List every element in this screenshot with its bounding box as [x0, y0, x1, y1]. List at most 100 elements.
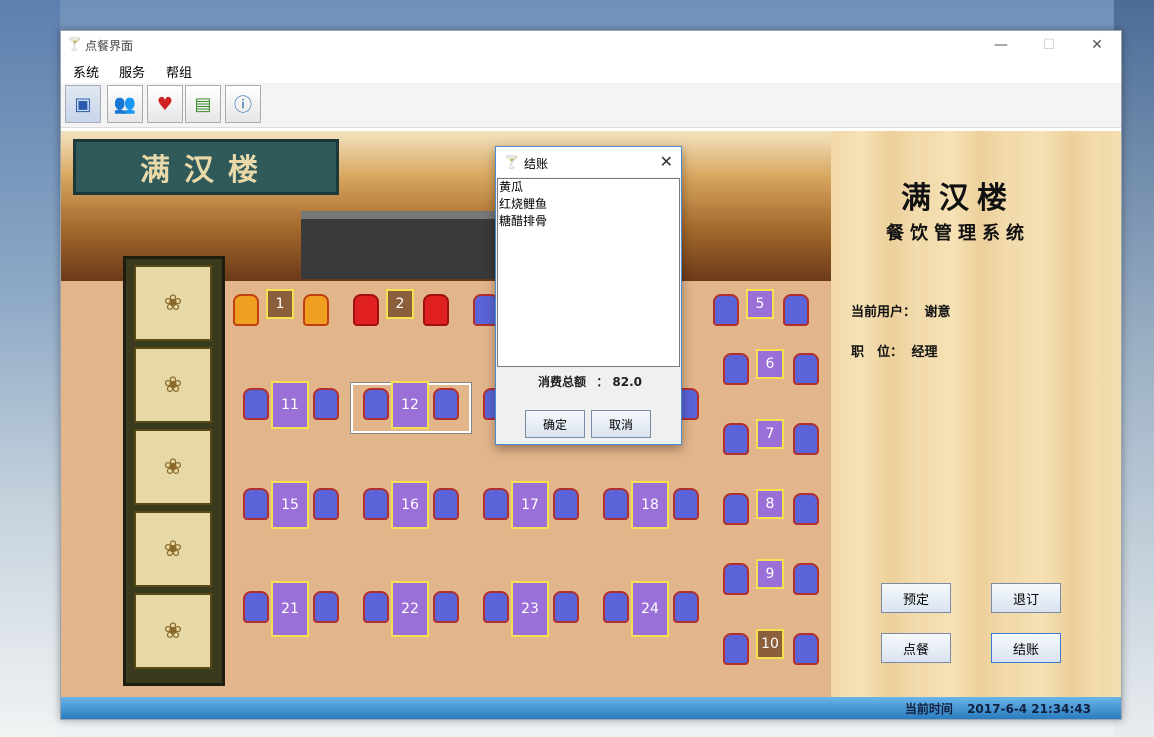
- cancel-reserve-button[interactable]: 退订: [991, 583, 1061, 613]
- menu-service[interactable]: 服务: [119, 62, 145, 81]
- checkout-button[interactable]: 结账: [991, 633, 1061, 663]
- table-12[interactable]: 12: [391, 381, 429, 429]
- list-item: 糖醋排骨: [499, 214, 548, 228]
- table-7[interactable]: 7: [756, 419, 784, 449]
- dialog-close-button[interactable]: ✕: [660, 152, 673, 171]
- chair: [723, 633, 749, 665]
- table-18[interactable]: 18: [631, 481, 669, 529]
- restaurant-sign: 满汉楼: [73, 139, 339, 195]
- table-15[interactable]: 15: [271, 481, 309, 529]
- checkout-dialog: 🍸 结账 ✕ 黄瓜 红烧鲤鱼 糖醋排骨 消费总额 ： 82.0 确定 取消: [495, 146, 682, 445]
- table-8[interactable]: 8: [756, 489, 784, 519]
- table-10[interactable]: 10: [756, 629, 784, 659]
- chair: [793, 493, 819, 525]
- total-label: 消费总额: [538, 375, 587, 389]
- chair: [793, 423, 819, 455]
- menu-help[interactable]: 帮组: [166, 62, 192, 81]
- current-time-value: 2017-6-4 21:34:43: [967, 702, 1091, 716]
- chair: [553, 488, 579, 520]
- table-17[interactable]: 17: [511, 481, 549, 529]
- confirm-button[interactable]: 确定: [525, 410, 585, 438]
- chair: [673, 488, 699, 520]
- chair: [353, 294, 379, 326]
- table-24[interactable]: 24: [631, 581, 669, 637]
- chair: [313, 388, 339, 420]
- monitor-icon: ▣: [74, 93, 92, 115]
- logo-subtitle: 餐饮管理系统: [886, 223, 1030, 244]
- chair: [553, 591, 579, 623]
- desktop-background: [0, 0, 60, 737]
- heart-icon: ♥: [156, 93, 174, 115]
- chair: [243, 388, 269, 420]
- chair: [233, 294, 259, 326]
- book-button[interactable]: ▤: [185, 85, 221, 123]
- current-role: 职 位： 经理: [851, 341, 938, 360]
- logo-title: 满汉楼: [901, 181, 1015, 216]
- book-icon: ▤: [194, 93, 212, 115]
- chair: [603, 591, 629, 623]
- title-bar: 🍸 点餐界面 — ☐ ✕: [61, 31, 1121, 59]
- table-23[interactable]: 23: [511, 581, 549, 637]
- chair: [723, 493, 749, 525]
- chair: [423, 294, 449, 326]
- menu-bar: 系统 服务 帮组: [61, 59, 1121, 83]
- restaurant-floor: 满汉楼 ❀ ❀ ❀ ❀ ❀ 1 2 5 6 7 8 9 10 11 12 15 …: [61, 131, 831, 697]
- minimize-button[interactable]: —: [979, 33, 1023, 57]
- users-button[interactable]: 👥: [107, 85, 143, 123]
- chair: [793, 563, 819, 595]
- table-5[interactable]: 5: [746, 289, 774, 319]
- menu-system[interactable]: 系统: [73, 62, 99, 81]
- screen-panel: ❀: [134, 511, 212, 587]
- ordered-items-list[interactable]: 黄瓜 红烧鲤鱼 糖醋排骨: [497, 178, 680, 367]
- chair: [363, 591, 389, 623]
- table-22[interactable]: 22: [391, 581, 429, 637]
- table-21[interactable]: 21: [271, 581, 309, 637]
- table-9[interactable]: 9: [756, 559, 784, 589]
- chair: [433, 591, 459, 623]
- screen-panel: ❀: [134, 347, 212, 423]
- order-button[interactable]: 点餐: [881, 633, 951, 663]
- reserve-button[interactable]: 预定: [881, 583, 951, 613]
- maximize-button[interactable]: ☐: [1027, 33, 1071, 57]
- chair: [483, 488, 509, 520]
- table-11[interactable]: 11: [271, 381, 309, 429]
- screen-panel: ❀: [134, 593, 212, 669]
- chair: [673, 591, 699, 623]
- info-icon: ⓘ: [234, 95, 252, 116]
- total-value: 82.0: [612, 375, 643, 389]
- chair: [243, 488, 269, 520]
- chair: [483, 591, 509, 623]
- table-16[interactable]: 16: [391, 481, 429, 529]
- toolbar: ▣ 👥 ♥ ▤ ⓘ: [61, 83, 1121, 128]
- dialog-title-bar: 🍸 结账 ✕: [496, 147, 681, 177]
- current-user-value: 谢意: [924, 305, 951, 320]
- chair: [783, 294, 809, 326]
- cancel-button[interactable]: 取消: [591, 410, 651, 438]
- monitor-button[interactable]: ▣: [65, 85, 101, 123]
- window-title: 点餐界面: [85, 39, 134, 53]
- table-1[interactable]: 1: [266, 289, 294, 319]
- list-item: 红烧鲤鱼: [499, 197, 548, 211]
- chair: [723, 423, 749, 455]
- current-role-label: 职 位：: [851, 345, 904, 360]
- total-amount: 消费总额 ： 82.0: [538, 373, 642, 390]
- table-2[interactable]: 2: [386, 289, 414, 319]
- chair: [793, 633, 819, 665]
- info-button[interactable]: ⓘ: [225, 85, 261, 123]
- current-time: 当前时间 2017-6-4 21:34:43: [905, 700, 1091, 717]
- current-role-value: 经理: [911, 345, 938, 360]
- chair: [433, 488, 459, 520]
- total-separator: ：: [596, 375, 609, 389]
- chair: [713, 294, 739, 326]
- table-6[interactable]: 6: [756, 349, 784, 379]
- screen-panel: ❀: [134, 429, 212, 505]
- chair: [433, 388, 459, 420]
- chair: [313, 488, 339, 520]
- current-user: 当前用户： 谢意: [851, 301, 951, 320]
- chair: [363, 488, 389, 520]
- chair: [363, 388, 389, 420]
- close-button[interactable]: ✕: [1075, 33, 1119, 57]
- chair: [723, 353, 749, 385]
- current-time-label: 当前时间: [904, 702, 953, 716]
- heart-button[interactable]: ♥: [147, 85, 183, 123]
